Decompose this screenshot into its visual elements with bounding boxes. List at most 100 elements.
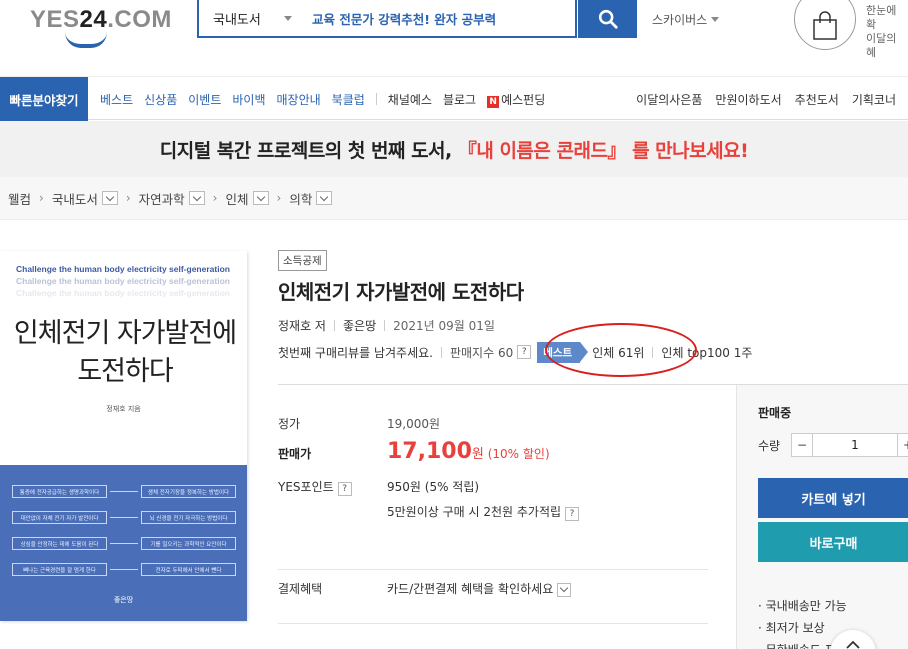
site-header: YES24.COM 국내도서 교육 전문가 강력추천! 완자 공부력 스카이버스…	[0, 0, 908, 72]
breadcrumb: 웰컴 › 국내도서 › 자연과학 › 인체 › 의학	[0, 177, 908, 220]
nav-special-corner[interactable]: 기획코너	[852, 91, 896, 108]
quantity-stepper: − 1 +	[791, 433, 908, 457]
monthly-benefit-promo[interactable]: 한눈에 확 이달의 혜	[866, 4, 908, 60]
payment-benefit-label: 결제혜택	[278, 582, 323, 596]
nav-best[interactable]: 베스트	[100, 91, 133, 108]
help-question-icon[interactable]: ?	[565, 507, 580, 521]
sale-status: 판매중	[758, 406, 792, 420]
chevron-right-icon: ›	[276, 191, 282, 205]
yes-point-label: YES포인트	[278, 480, 334, 494]
breadcrumb-body[interactable]: 인체	[225, 189, 248, 208]
nav-monthly-gift[interactable]: 이달의사은품	[636, 91, 702, 108]
payment-benefit-value-wrap[interactable]: 카드/간편결제 혜택을 확인하세요	[387, 580, 572, 597]
nav-blog[interactable]: 블로그	[443, 91, 476, 108]
promo-line: 한눈에 확	[866, 4, 897, 31]
skyibus-menu[interactable]: 스카이버스	[652, 11, 720, 28]
nav-event[interactable]: 이벤트	[188, 91, 221, 108]
perk-item: · 국내배송만 가능	[758, 599, 847, 613]
banner-text: 디지털 복간 프로젝트의 첫 번째 도서,	[159, 139, 458, 162]
chevron-right-icon: ›	[39, 191, 44, 205]
cover-english-title: Challenge the human body electricity sel…	[16, 264, 230, 274]
promo-banner[interactable]: 디지털 복간 프로젝트의 첫 번째 도서, 『내 이름은 콘래드』 를 만나보세…	[0, 121, 908, 177]
extra-point-wrap: 5만원이상 구매 시 2천원 추가적립?	[387, 503, 580, 521]
cover-row: 상심을 안정하는 데에 도움이 된다 기를 일으키는 과학적인 요인이다	[12, 537, 236, 550]
cover-box: 뇌 신경을 전기 자극하는 방법이다	[141, 511, 236, 524]
breadcrumb-domestic[interactable]: 국내도서	[52, 189, 98, 208]
sale-price-unit: 원	[471, 447, 484, 462]
nav-recommended[interactable]: 추천도서	[795, 91, 839, 108]
bestseller-tag: 베스트	[537, 341, 589, 363]
chevron-down-icon[interactable]	[316, 191, 333, 205]
search-input[interactable]: 교육 전문가 강력추천! 완자 공부력	[304, 9, 496, 28]
extra-point-text: 5만원이상 구매 시 2천원 추가적립	[387, 505, 562, 519]
nav-new[interactable]: 신상품	[144, 91, 177, 108]
chevron-down-icon[interactable]	[252, 191, 269, 205]
breadcrumb-natural-science[interactable]: 자연과학	[139, 189, 185, 208]
quantity-plus-button[interactable]: +	[897, 433, 908, 457]
rank-link[interactable]: 인체 61위	[592, 344, 644, 361]
yes24-logo[interactable]: YES24.COM	[30, 6, 172, 48]
review-rank-row: 첫번째 구매리뷰를 남겨주세요. 판매지수 60 ? 베스트 인체 61위 인체…	[278, 341, 752, 363]
nav-store[interactable]: 매장안내	[277, 91, 321, 108]
quantity-input[interactable]: 1	[813, 433, 897, 457]
nav-right-links: 이달의사은품 만원이하도서 추천도서 기획코너	[636, 77, 896, 121]
search-icon	[598, 9, 618, 29]
banner-text-end: 를 만나보세요!	[625, 139, 749, 162]
nav-yes-funding-label: 예스펀딩	[501, 92, 546, 107]
chevron-down-icon[interactable]	[101, 191, 118, 205]
publish-date: 2021년 09월 01일	[393, 319, 495, 333]
cover-author: 정재호 지음	[106, 405, 141, 413]
perk-item: · 무한배송도 포	[758, 641, 836, 649]
sale-price-value: 17,100원 (10% 할인)	[387, 439, 550, 464]
publisher-link[interactable]: 좋은땅	[343, 317, 376, 334]
cover-line	[110, 517, 138, 518]
payment-benefit-value: 카드/간편결제 혜택을 확인하세요	[387, 582, 554, 596]
cart-bag-button[interactable]	[794, 0, 856, 50]
book-cover-image[interactable]: Challenge the human body electricity sel…	[0, 251, 247, 621]
meta-divider	[652, 346, 654, 358]
cover-box: 전자로 두피에서 안에서 뺀다	[141, 563, 236, 576]
yes-point-label-wrap: YES포인트?	[278, 478, 378, 496]
cover-blue-panel: 통증에 전자공급하는 생명과학이다 생체 전자기장을 정복하는 방법이다 대안없이…	[0, 465, 247, 621]
nav-buyback[interactable]: 바이백	[232, 91, 265, 108]
quantity-minus-button[interactable]: −	[791, 433, 813, 457]
nav-bookclub[interactable]: 북클럽	[332, 91, 365, 108]
search-box: 국내도서 교육 전문가 강력추천! 완자 공부력	[197, 0, 577, 38]
nav-under-10000[interactable]: 만원이하도서	[715, 91, 781, 108]
cover-box: 기를 일으키는 과학적인 요인이다	[141, 537, 236, 550]
logo-smile-icon	[65, 32, 107, 48]
chevron-down-icon[interactable]	[557, 582, 572, 597]
add-to-cart-button[interactable]: 카트에 넣기	[758, 478, 908, 518]
promo-line: 이달의 혜	[866, 32, 897, 59]
breadcrumb-medicine[interactable]: 의학	[289, 189, 312, 208]
perk-item: · 최저가 보상	[758, 621, 825, 635]
product-meta: 정재호 저 좋은땅 2021년 09월 01일	[278, 317, 495, 334]
author-link[interactable]: 정재호 저	[278, 317, 326, 334]
product-title: 인체전기 자가발전에 도전하다	[278, 280, 524, 304]
cover-title: 인체전기 자가발전에 도전하다	[10, 315, 240, 391]
nav-divider	[375, 93, 377, 105]
breadcrumb-home[interactable]: 웰컴	[8, 189, 31, 208]
cover-box: 상심을 안정하는 데에 도움이 된다	[12, 537, 107, 550]
cover-row: 통증에 전자공급하는 생명과학이다 생체 전자기장을 정복하는 방법이다	[12, 485, 236, 498]
write-review-link[interactable]: 첫번째 구매리뷰를 남겨주세요.	[278, 344, 433, 361]
logo-number: 24	[79, 6, 108, 33]
chevron-down-icon[interactable]	[188, 191, 205, 205]
help-question-icon[interactable]: ?	[337, 482, 352, 496]
nav-channel-yes[interactable]: 채널예스	[388, 91, 432, 108]
logo-prefix: YES	[30, 6, 80, 33]
chevron-right-icon: ›	[212, 191, 218, 205]
search-category-select[interactable]: 국내도서	[199, 9, 304, 28]
cover-title-line: 도전하다	[77, 356, 173, 387]
section-divider	[278, 623, 708, 624]
nav-yes-funding[interactable]: N 예스펀딩	[487, 91, 545, 108]
new-badge-icon: N	[487, 95, 500, 108]
quick-category-button[interactable]: 빠른분야찾기	[0, 77, 88, 121]
help-question-icon[interactable]: ?	[517, 345, 532, 359]
yes-point-value: 950원 (5% 적립)	[387, 480, 480, 494]
search-button[interactable]	[578, 0, 637, 38]
list-price-value: 19,000원	[387, 417, 441, 431]
cover-box: 통증에 전자공급하는 생명과학이다	[12, 485, 107, 498]
buy-now-button[interactable]: 바로구매	[758, 522, 908, 562]
top100-link[interactable]: 인체 top100 1주	[661, 344, 752, 361]
